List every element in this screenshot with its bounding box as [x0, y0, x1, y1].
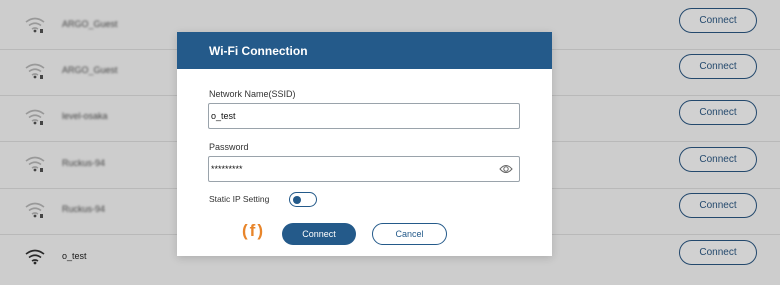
- password-field[interactable]: *********: [208, 156, 520, 182]
- wifi-connection-dialog: Wi-Fi Connection Network Name(SSID) o_te…: [177, 32, 552, 256]
- connect-button[interactable]: Connect: [282, 223, 356, 245]
- step-marker: (f): [242, 221, 265, 240]
- static-ip-toggle[interactable]: [289, 192, 317, 207]
- eye-icon[interactable]: [499, 163, 513, 175]
- dialog-title: Wi-Fi Connection: [209, 44, 308, 58]
- dialog-header: Wi-Fi Connection: [177, 32, 552, 69]
- static-ip-label: Static IP Setting: [209, 194, 270, 204]
- cancel-button[interactable]: Cancel: [372, 223, 447, 245]
- password-label: Password: [209, 142, 249, 152]
- ssid-field[interactable]: o_test: [208, 103, 520, 129]
- ssid-value: o_test: [211, 111, 236, 121]
- ssid-label: Network Name(SSID): [209, 89, 296, 99]
- toggle-knob: [293, 195, 301, 204]
- password-value: *********: [211, 164, 243, 174]
